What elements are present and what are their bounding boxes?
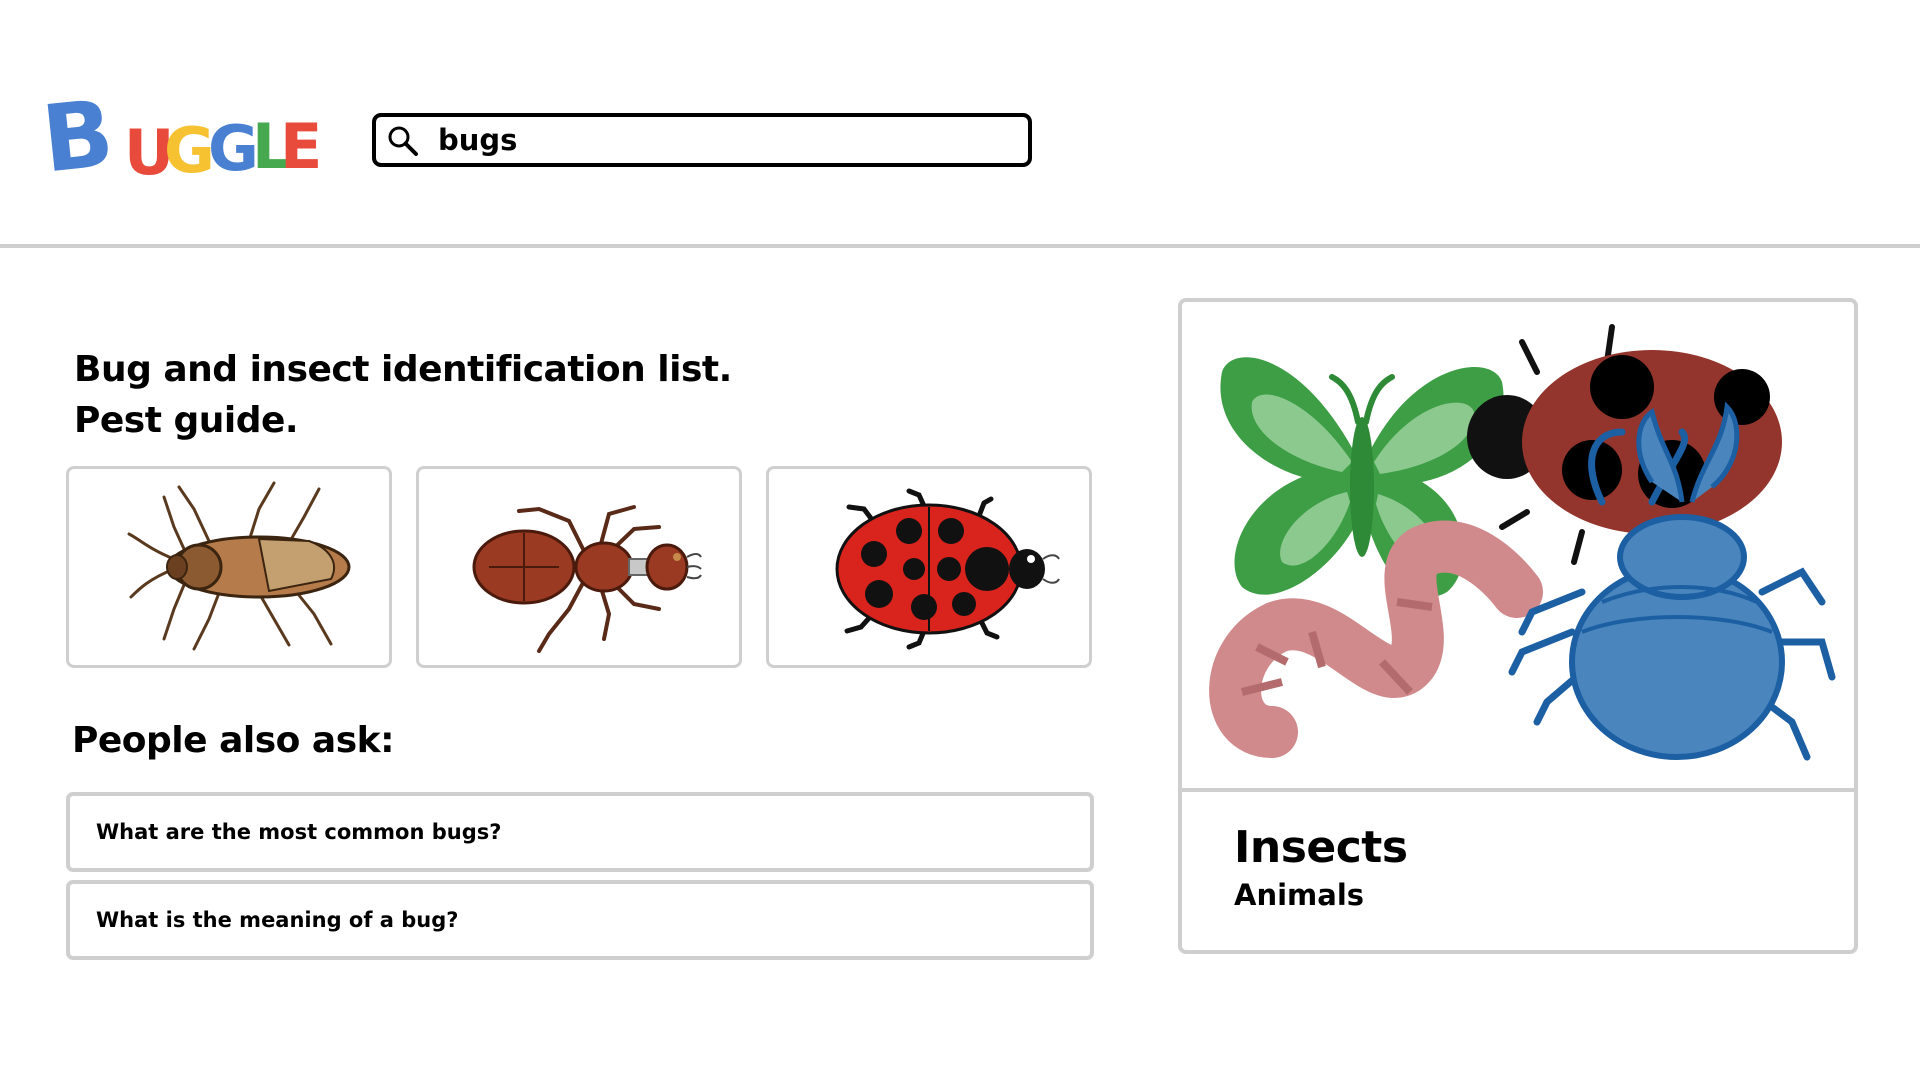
paa-question-1[interactable]: What are the most common bugs?	[66, 792, 1094, 872]
knowledge-panel-divider	[1182, 788, 1854, 792]
search-box[interactable]	[372, 113, 1032, 167]
people-also-ask-heading: People also ask:	[72, 720, 394, 761]
search-input[interactable]	[438, 121, 1008, 159]
knowledge-panel-subtitle: Animals	[1234, 878, 1365, 912]
buggle-logo[interactable]: B U G G L E	[37, 80, 322, 194]
thumbnail-ant[interactable]	[416, 466, 742, 668]
header: B U G G L E	[0, 0, 1920, 245]
paa-question-2[interactable]: What is the meaning of a bug?	[66, 880, 1094, 960]
knowledge-panel-title: Insects	[1234, 822, 1408, 873]
logo-letter-b: B	[40, 88, 118, 188]
paa-question-text: What is the meaning of a bug?	[96, 908, 459, 932]
result-title-line-2[interactable]: Pest guide.	[74, 395, 732, 446]
thumbnail-ladybug[interactable]	[766, 466, 1092, 668]
paa-question-text: What are the most common bugs?	[96, 820, 502, 844]
result-title[interactable]: Bug and insect identification list. Pest…	[74, 344, 732, 446]
logo-letter-e: E	[280, 110, 320, 183]
thumbnail-cockroach[interactable]	[66, 466, 392, 668]
result-title-line-1[interactable]: Bug and insect identification list.	[74, 344, 732, 395]
search-icon[interactable]	[386, 124, 420, 162]
insects-illustration[interactable]	[1182, 302, 1854, 788]
header-divider	[0, 244, 1920, 248]
knowledge-panel: Insects Animals	[1178, 298, 1858, 954]
